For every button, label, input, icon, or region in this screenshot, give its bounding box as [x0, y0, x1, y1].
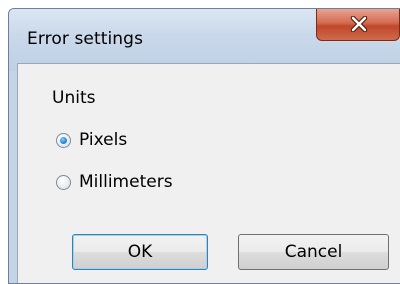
- units-group-label: Units: [52, 88, 96, 108]
- radio-pixels[interactable]: Pixels: [56, 130, 127, 150]
- dialog-content: Units Pixels Millimeters OK Cancel: [17, 63, 400, 283]
- radio-millimeters[interactable]: Millimeters: [56, 172, 173, 192]
- radio-button-millimeters[interactable]: [56, 174, 71, 190]
- close-icon: [350, 16, 368, 32]
- radio-pixels-label: Pixels: [79, 130, 128, 150]
- cancel-button[interactable]: Cancel: [238, 234, 389, 270]
- window-title: Error settings: [27, 29, 144, 49]
- radio-millimeters-label: Millimeters: [79, 172, 173, 192]
- ok-button[interactable]: OK: [72, 234, 208, 270]
- close-button[interactable]: [316, 9, 400, 41]
- radio-button-pixels[interactable]: [56, 132, 71, 148]
- title-bar[interactable]: Error settings: [9, 9, 400, 71]
- error-settings-dialog: Error settings Units Pixels Millimeters …: [8, 8, 400, 284]
